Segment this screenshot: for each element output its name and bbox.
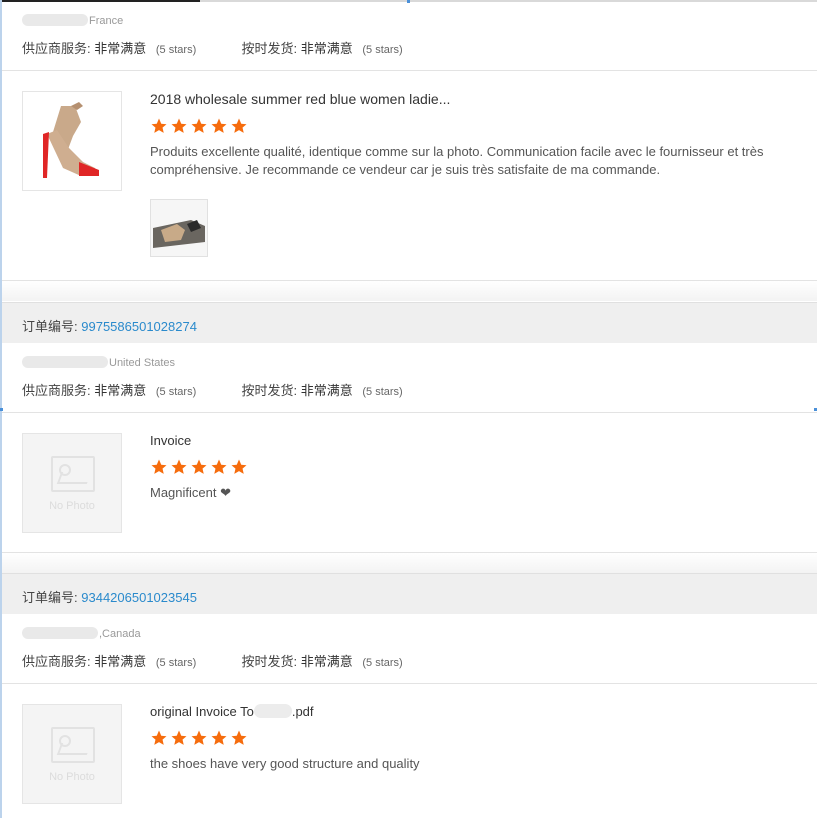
- review-photo[interactable]: [150, 199, 208, 257]
- star-rating: [150, 117, 807, 135]
- ratings-line: 供应商服务: 非常满意 (5 stars) 按时发货: 非常满意 (5 star…: [22, 380, 403, 399]
- spacer: [2, 281, 817, 301]
- star-icon: [190, 458, 208, 476]
- star-icon: [210, 117, 228, 135]
- on-time-rating: 非常满意: [300, 383, 353, 398]
- star-icon: [230, 729, 248, 747]
- buyer-name-redacted: [22, 14, 88, 26]
- product-title[interactable]: 2018 wholesale summer red blue women lad…: [150, 91, 807, 107]
- product-image[interactable]: [22, 91, 122, 191]
- image-placeholder-icon: [51, 727, 95, 763]
- review-meta: United States 供应商服务: 非常满意 (5 stars) 按时发货…: [2, 342, 817, 412]
- supplier-service-stars: (5 stars): [155, 386, 197, 398]
- review-item: ,Canada 供应商服务: 非常满意 (5 stars) 按时发货: 非常满意…: [2, 613, 817, 819]
- review-item: France 供应商服务: 非常满意 (5 stars) 按时发货: 非常满意 …: [2, 0, 817, 281]
- ratings-line: 供应商服务: 非常满意 (5 stars) 按时发货: 非常满意 (5 star…: [22, 651, 403, 670]
- feedback-page: France 供应商服务: 非常满意 (5 stars) 按时发货: 非常满意 …: [0, 0, 817, 818]
- supplier-service-stars: (5 stars): [155, 44, 197, 56]
- review-text: the shoes have very good structure and q…: [150, 756, 420, 771]
- order-number-bar: 订单编号: 9344206501023545: [2, 573, 817, 614]
- no-photo-label: No Photo: [49, 771, 95, 783]
- order-number-label: 订单编号:: [22, 319, 78, 334]
- star-rating: [150, 458, 807, 476]
- order-number-label: 订单编号:: [22, 590, 78, 605]
- no-photo-label: No Photo: [49, 500, 95, 512]
- image-placeholder-icon: [51, 456, 95, 492]
- spacer: [2, 553, 817, 573]
- review-info: 2018 wholesale summer red blue women lad…: [150, 91, 807, 257]
- star-icon: [150, 117, 168, 135]
- on-time-label: 按时发货:: [241, 41, 298, 56]
- product-title[interactable]: Invoice: [150, 433, 807, 448]
- buyer-name-redacted: [22, 627, 98, 639]
- order-number-link[interactable]: 9975586501028274: [81, 319, 197, 334]
- review-item: United States 供应商服务: 非常满意 (5 stars) 按时发货…: [2, 342, 817, 553]
- supplier-service-stars: (5 stars): [155, 657, 197, 669]
- star-rating: [150, 729, 807, 747]
- review-text: Magnificent ❤: [150, 485, 231, 500]
- product-image-placeholder[interactable]: No Photo: [22, 704, 122, 804]
- supplier-service-rating: 非常满意: [94, 383, 147, 398]
- on-time-label: 按时发货:: [241, 383, 298, 398]
- filename-redacted: [253, 704, 292, 718]
- star-icon: [230, 117, 248, 135]
- review-body: No Photo Invoice Magnificent ❤: [2, 413, 817, 553]
- product-title[interactable]: original Invoice To .pdf: [150, 704, 807, 719]
- review-meta: ,Canada 供应商服务: 非常满意 (5 stars) 按时发货: 非常满意…: [2, 613, 817, 683]
- buyer-country: United States: [22, 356, 175, 369]
- product-title-prefix: original Invoice To: [150, 704, 254, 719]
- on-time-rating: 非常满意: [300, 41, 353, 56]
- star-icon: [170, 117, 188, 135]
- star-icon: [190, 117, 208, 135]
- review-text: Produits excellente qualité, identique c…: [150, 144, 764, 177]
- on-time-stars: (5 stars): [362, 44, 403, 56]
- star-icon: [230, 458, 248, 476]
- review-body: 2018 wholesale summer red blue women lad…: [2, 71, 817, 281]
- on-time-stars: (5 stars): [362, 386, 403, 398]
- order-number-link[interactable]: 9344206501023545: [81, 590, 197, 605]
- on-time-label: 按时发货:: [241, 654, 298, 669]
- sandal-image: [43, 102, 99, 178]
- buyer-country: ,Canada: [22, 627, 141, 640]
- order-number-bar: 订单编号: 9975586501028274: [2, 302, 817, 343]
- star-icon: [190, 729, 208, 747]
- on-time-stars: (5 stars): [362, 657, 403, 669]
- star-icon: [210, 458, 228, 476]
- review-meta: France 供应商服务: 非常满意 (5 stars) 按时发货: 非常满意 …: [2, 0, 817, 70]
- supplier-service-label: 供应商服务:: [22, 41, 91, 56]
- on-time-rating: 非常满意: [300, 654, 353, 669]
- review-photo-image: [151, 200, 207, 256]
- star-icon: [210, 729, 228, 747]
- supplier-service-rating: 非常满意: [94, 41, 147, 56]
- product-title-suffix: .pdf: [291, 704, 314, 719]
- star-icon: [170, 729, 188, 747]
- ratings-line: 供应商服务: 非常满意 (5 stars) 按时发货: 非常满意 (5 star…: [22, 38, 403, 57]
- star-icon: [150, 729, 168, 747]
- star-icon: [170, 458, 188, 476]
- review-info: Invoice Magnificent ❤: [150, 433, 807, 502]
- supplier-service-label: 供应商服务:: [22, 383, 91, 398]
- supplier-service-label: 供应商服务:: [22, 654, 91, 669]
- buyer-name-redacted: [22, 356, 108, 368]
- supplier-service-rating: 非常满意: [94, 654, 147, 669]
- review-info: original Invoice To .pdf the shoes have v…: [150, 704, 807, 773]
- star-icon: [150, 458, 168, 476]
- buyer-country: France: [22, 14, 123, 27]
- review-body: No Photo original Invoice To .pdf the sho…: [2, 684, 817, 819]
- product-image-placeholder[interactable]: No Photo: [22, 433, 122, 533]
